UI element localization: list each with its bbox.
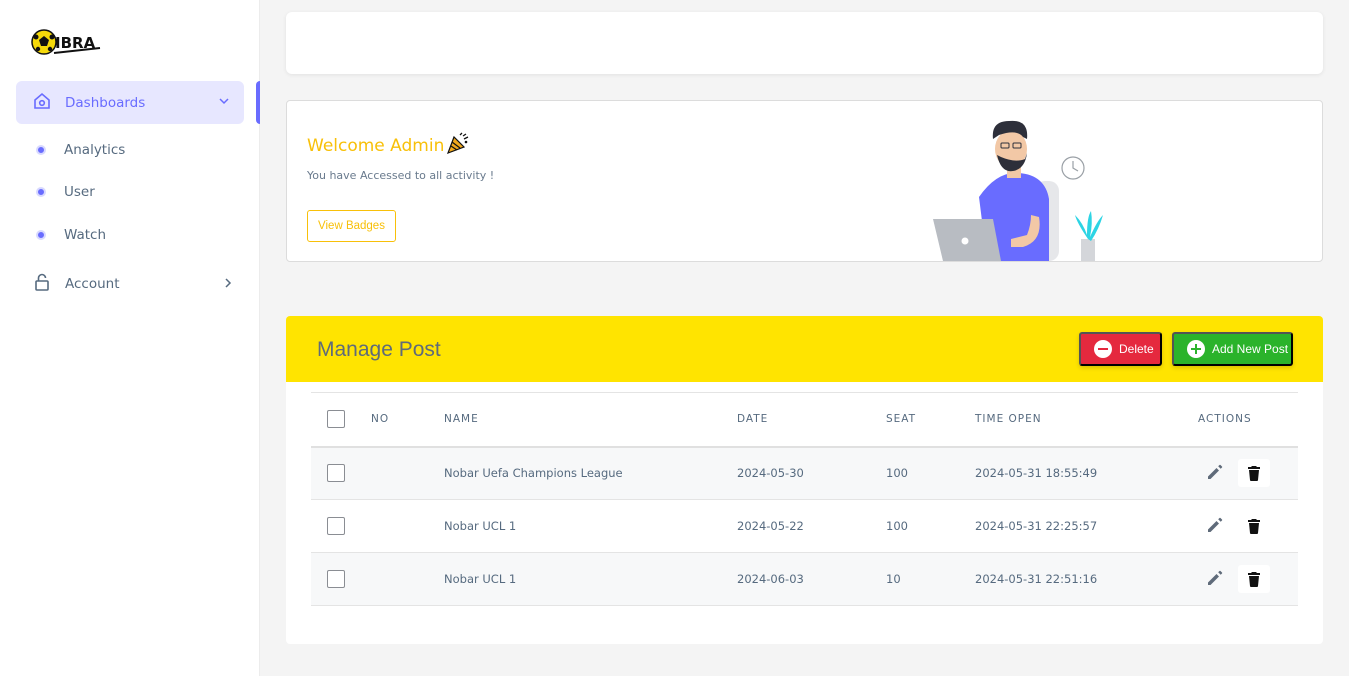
column-header-actions: ACTIONS [1198,392,1298,448]
top-navbar [286,12,1323,74]
cell-time-open: 2024-05-31 22:25:57 [975,499,1198,553]
add-new-post-button[interactable]: Add New Post [1172,332,1293,366]
pencil-icon[interactable] [1206,463,1224,484]
manage-post-card: Manage Post Delete Add New Post NO NAME … [286,316,1323,644]
cell-date: 2024-05-22 [737,499,886,553]
cell-name: Nobar UCL 1 [444,552,737,606]
column-header-seat: SEAT [886,392,975,448]
sidebar-item-analytics[interactable]: Analytics [36,139,125,161]
welcome-title: Welcome Admin [307,131,470,160]
cell-date: 2024-05-30 [737,446,886,500]
column-header-name: NAME [444,392,737,448]
pencil-icon[interactable] [1206,569,1224,590]
row-select-cell [311,552,371,606]
row-select-cell [311,446,371,500]
cell-actions [1198,446,1298,500]
trash-icon[interactable] [1238,565,1270,593]
welcome-title-text: Welcome Admin [307,135,445,156]
cell-actions [1198,499,1298,553]
table-header-row: NO NAME DATE SEAT TIME OPEN ACTIONS [311,392,1298,448]
cell-time-open: 2024-05-31 22:51:16 [975,552,1198,606]
table-row: Nobar UCL 1 2024-05-22 100 2024-05-31 22… [311,499,1298,553]
active-indicator [256,81,260,124]
bullet-icon [36,145,46,155]
add-button-label: Add New Post [1212,342,1289,356]
sidebar-item-label: User [64,184,95,200]
cell-seat: 100 [886,499,975,553]
view-badges-button[interactable]: View Badges [307,210,396,242]
home-icon [33,92,51,114]
row-checkbox[interactable] [327,570,345,588]
sidebar-item-watch[interactable]: Watch [36,224,106,246]
sidebar-item-label: Account [65,276,120,292]
pencil-icon[interactable] [1206,516,1224,537]
cell-no [371,552,444,606]
brand-logo[interactable]: IBRA [30,26,102,58]
delete-button-label: Delete [1119,342,1154,356]
plus-circle-icon [1187,340,1205,358]
bullet-icon [36,230,46,240]
posts-table: NO NAME DATE SEAT TIME OPEN ACTIONS Noba… [311,392,1298,606]
column-header-time-open: TIME OPEN [975,392,1198,448]
column-header-date: DATE [737,392,886,448]
admin-illustration [927,119,1127,265]
manage-post-header: Manage Post Delete Add New Post [286,316,1323,382]
cell-name: Nobar Uefa Champions League [444,446,737,500]
cell-seat: 100 [886,446,975,500]
sidebar-item-account[interactable]: Account [33,273,244,295]
row-select-cell [311,499,371,553]
chevron-down-icon [218,95,230,111]
sidebar-item-label: Dashboards [65,94,146,111]
table-row: Nobar UCL 1 2024-06-03 10 2024-05-31 22:… [311,552,1298,606]
manage-post-title: Manage Post [317,338,441,361]
cell-no [371,446,444,500]
cell-time-open: 2024-05-31 18:55:49 [975,446,1198,500]
sidebar-item-label: Watch [64,227,107,243]
welcome-subtitle: You have Accessed to all activity ! [307,169,495,182]
cell-name: Nobar UCL 1 [444,499,737,553]
sidebar-item-dashboards[interactable]: Dashboards [16,81,244,124]
select-all-header [311,392,371,448]
sidebar-item-user[interactable]: User [36,181,95,203]
cell-no [371,499,444,553]
delete-button[interactable]: Delete [1079,332,1162,366]
select-all-checkbox[interactable] [327,410,345,429]
row-checkbox[interactable] [327,464,345,483]
trash-icon[interactable] [1238,459,1270,488]
cell-actions [1198,552,1298,606]
table-row: Nobar Uefa Champions League 2024-05-30 1… [311,446,1298,500]
sidebar: IBRA Dashboards Analytics User Watch Acc… [0,0,260,676]
lock-icon [33,273,51,295]
cell-date: 2024-06-03 [737,552,886,606]
trash-icon[interactable] [1238,512,1270,540]
sidebar-item-label: Analytics [64,142,126,158]
minus-circle-icon [1094,340,1112,358]
cell-seat: 10 [886,552,975,606]
row-checkbox[interactable] [327,517,345,535]
chevron-right-icon [222,277,234,293]
welcome-card: Welcome Admin You have Accessed to all a… [286,100,1323,262]
column-header-no: NO [371,392,444,448]
party-popper-icon [446,131,470,160]
bullet-icon [36,187,46,197]
